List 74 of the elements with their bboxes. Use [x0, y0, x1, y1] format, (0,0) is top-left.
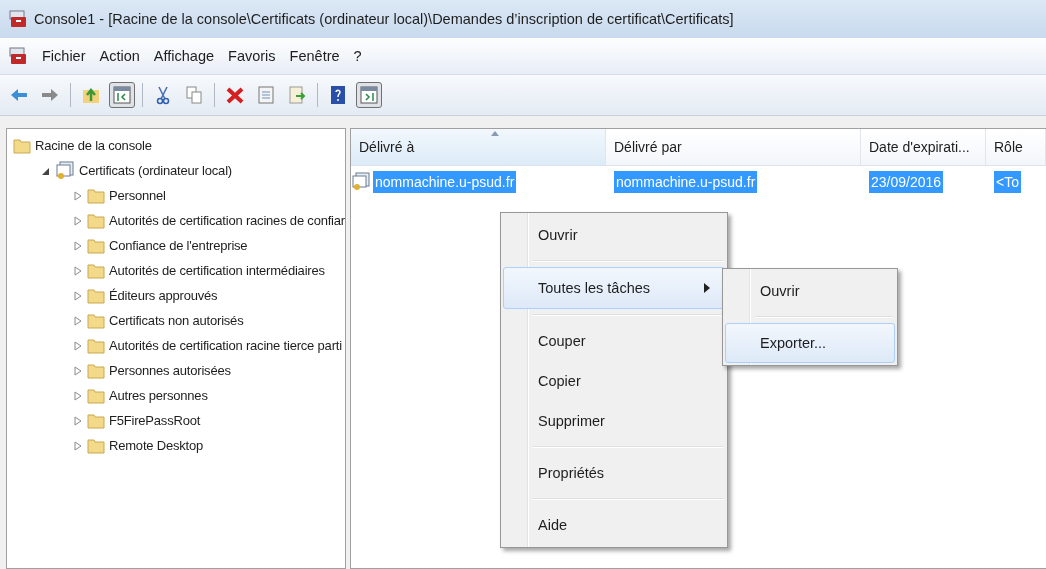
toolbar-button[interactable] [356, 82, 382, 108]
tree-item[interactable]: Personnel [109, 188, 166, 203]
help-icon [328, 85, 348, 105]
tree-item[interactable]: Confiance de l'entreprise [109, 238, 248, 253]
tree-item[interactable]: F5FirePassRoot [109, 413, 201, 428]
menu-entry[interactable]: ? [353, 48, 362, 64]
folder-icon [87, 237, 105, 254]
menu-item[interactable]: Propriétés [503, 453, 725, 493]
table-cell: 23/09/2016 [869, 171, 944, 193]
collapsed-arrow-icon[interactable] [73, 440, 83, 451]
column-header[interactable]: Rôle [986, 129, 1046, 165]
menu-item[interactable]: Aide [503, 505, 725, 545]
folder-icon [87, 187, 105, 204]
menu-item[interactable]: Ouvrir [503, 215, 725, 255]
properties-icon [256, 85, 276, 105]
folder-icon [87, 312, 105, 329]
collapsed-arrow-icon[interactable] [73, 240, 83, 251]
tree-pane-icon [112, 85, 132, 105]
folder-icon [87, 412, 105, 429]
folder-icon [87, 387, 105, 404]
folder-icon [87, 337, 105, 354]
action-pane-icon [359, 85, 379, 105]
tree-item[interactable]: Personnes autorisées [109, 363, 231, 378]
window-title: Console1 - [Racine de la console\Certificats (ordinateur local)\Demandes d’inscription de certificat\Certificats] [34, 11, 734, 27]
collapsed-arrow-icon[interactable] [73, 315, 83, 326]
folder-icon [87, 287, 105, 304]
tree-item[interactable]: Remote Desktop [109, 438, 204, 453]
menu-entry[interactable]: Fichier [42, 48, 86, 64]
folder-icon [87, 212, 105, 229]
menu-item[interactable]: Exporter... [725, 323, 895, 363]
collapsed-arrow-icon[interactable] [73, 215, 83, 226]
collapsed-arrow-icon[interactable] [73, 290, 83, 301]
tree-item[interactable]: Autorités de certification intermédiaires [109, 263, 325, 278]
folder-icon [87, 437, 105, 454]
table-cell: nommachine.u-psud.fr [614, 171, 758, 193]
folder-icon [13, 137, 31, 154]
copy-icon [184, 85, 204, 105]
menu-entry[interactable]: Action [99, 48, 140, 64]
column-header[interactable]: Délivré à [351, 129, 606, 165]
collapsed-arrow-icon[interactable] [73, 415, 83, 426]
table-cell: nommachine.u-psud.fr [373, 171, 517, 193]
tree-item[interactable]: Autorités de certification racines de confiar [109, 213, 345, 228]
tree-item[interactable]: Autorités de certification racine tierce parti [109, 338, 342, 353]
submenu-arrow-icon [704, 283, 710, 293]
tree-item[interactable]: Autres personnes [109, 388, 208, 403]
column-header[interactable]: Délivré par [606, 129, 861, 165]
export-icon [287, 85, 307, 105]
tree-item[interactable]: Certificats non autorisés [109, 313, 244, 328]
sort-arrow-icon [491, 131, 499, 136]
tree-item[interactable]: Éditeurs approuvés [109, 288, 218, 303]
folder-icon [87, 262, 105, 279]
column-header[interactable]: Date d'expirati... [861, 129, 986, 165]
collapsed-arrow-icon[interactable] [73, 265, 83, 276]
tree-item[interactable]: Certificats (ordinateur local) [79, 163, 232, 178]
collapsed-arrow-icon[interactable] [73, 190, 83, 201]
tree-item[interactable]: Racine de la console [35, 138, 152, 153]
delete-icon [225, 85, 245, 105]
menu-item[interactable]: Ouvrir [725, 271, 895, 311]
collapsed-arrow-icon[interactable] [73, 390, 83, 401]
menu-item[interactable]: Toutes les tâches [503, 267, 725, 309]
console-icon [8, 46, 28, 66]
toolbar-button[interactable] [109, 82, 135, 108]
menu-entry[interactable]: Favoris [228, 48, 276, 64]
menu-entry[interactable]: Fenêtre [289, 48, 340, 64]
collapsed-arrow-icon[interactable] [73, 365, 83, 376]
menu-item[interactable]: Copier [503, 361, 725, 401]
menu-item[interactable]: Couper [503, 321, 725, 361]
menu-item[interactable]: Supprimer [503, 401, 725, 441]
table-cell: <To [994, 171, 1021, 193]
certificate-icon [55, 160, 75, 181]
menu-entry[interactable]: Affichage [153, 48, 215, 64]
folder-icon [87, 362, 105, 379]
console-icon [8, 9, 28, 29]
collapsed-arrow-icon[interactable] [73, 340, 83, 351]
